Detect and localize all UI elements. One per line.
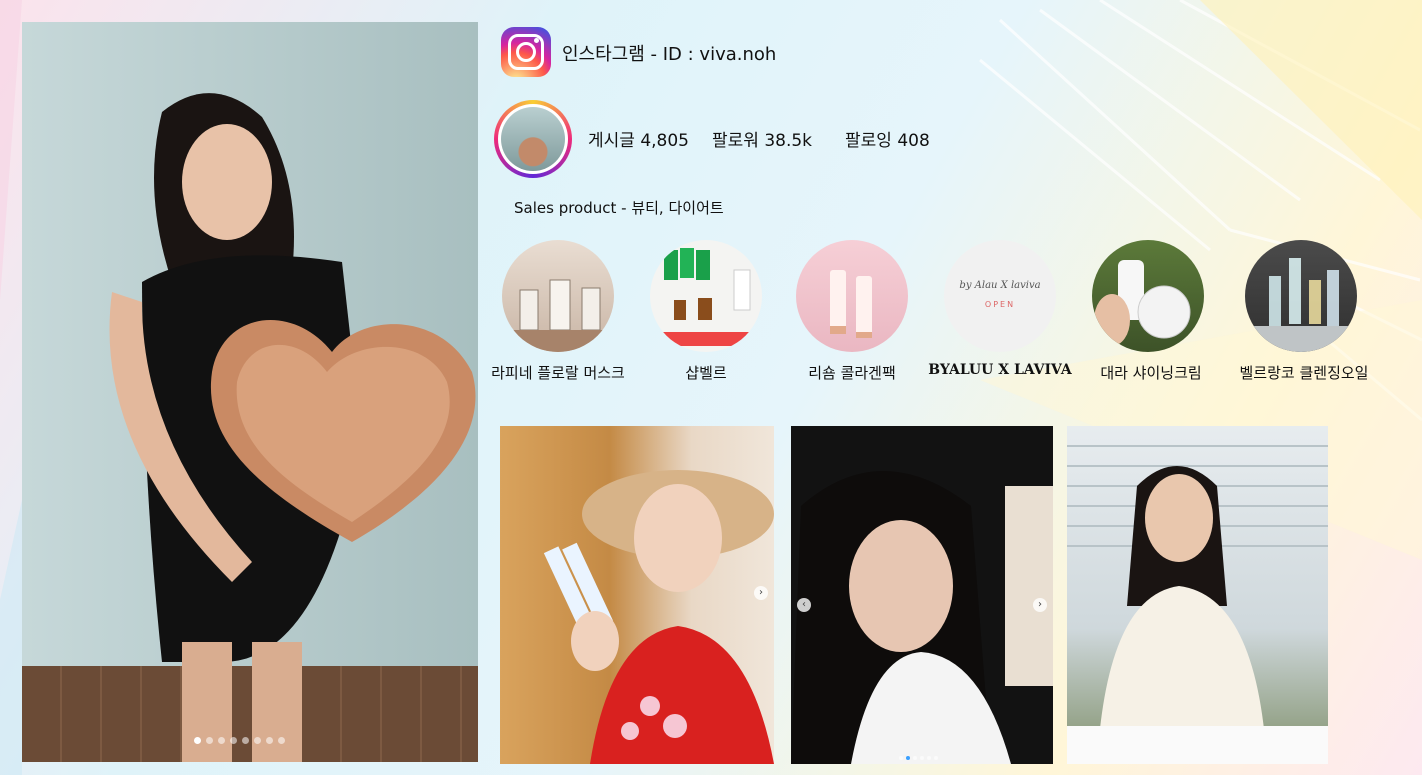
carousel-dot[interactable] — [266, 737, 273, 744]
highlight-bellerangco-cleansing-oil[interactable] — [1245, 240, 1357, 352]
main-profile-photo[interactable] — [22, 22, 478, 762]
cream-jar-image — [1094, 260, 1191, 346]
byaluu-open-text: OPEN — [984, 300, 1016, 309]
carousel-dot[interactable] — [194, 737, 201, 744]
instagram-logo-icon — [501, 27, 551, 77]
carousel-dot[interactable] — [254, 737, 261, 744]
collagen-tubes-image — [830, 270, 872, 338]
highlight-shopbelle[interactable] — [650, 240, 762, 352]
highlight-label-rafine: 라피네 플로랄 머스크 — [491, 364, 625, 382]
highlight-label-risom: 리숌 콜라겐팩 — [808, 364, 896, 382]
highlight-label-shopbelle: 샵벨르 — [685, 364, 727, 382]
carousel-dot[interactable] — [278, 737, 285, 744]
avatar-image — [501, 107, 565, 171]
highlight-byaluu-x-laviva[interactable]: by Alau X laviva OPEN — [944, 240, 1056, 352]
woman-with-heart-balloon-image — [109, 93, 476, 762]
following-count[interactable]: 팔로잉 408 — [845, 126, 930, 151]
next-arrow-icon[interactable]: › — [754, 586, 768, 600]
highlight-label-byaluu: BYALUU X LAVIVA — [928, 362, 1072, 378]
post-thumbnail-2[interactable]: ‹ › — [791, 426, 1053, 764]
perfume-bottles-image — [502, 279, 614, 352]
post-thumbnail-3[interactable] — [1067, 426, 1328, 764]
post-carousel-indicator — [899, 756, 938, 760]
posts-count: 게시글 4,805 — [588, 131, 689, 151]
followers-count[interactable]: 팔로워 38.5k — [712, 126, 812, 151]
highlight-rafine-floral-musk[interactable] — [502, 240, 614, 352]
carousel-dot[interactable] — [206, 737, 213, 744]
highlight-label-bellerangco: 벨르랑코 클렌징오일 — [1239, 364, 1369, 382]
woman-selfie-image — [791, 471, 1053, 764]
byaluu-script-text: by Alau X laviva — [959, 280, 1041, 291]
woman-at-table-image — [1067, 445, 1328, 764]
carousel-indicator — [194, 737, 285, 744]
highlight-daera-shining-cream[interactable] — [1092, 240, 1204, 352]
highlight-label-daera: 대라 샤이닝크림 — [1100, 364, 1202, 382]
profile-avatar[interactable] — [494, 100, 572, 178]
carousel-dot[interactable] — [230, 737, 237, 744]
page-title: 인스타그램 - ID : viva.noh — [562, 44, 777, 65]
highlight-risom-collagen-pack[interactable] — [796, 240, 908, 352]
cleansing-oil-bottles-image — [1245, 258, 1357, 352]
next-arrow-icon[interactable]: › — [1033, 598, 1047, 612]
woman-in-conical-hat-image — [543, 470, 774, 764]
post-thumbnail-1[interactable]: › — [500, 426, 774, 764]
carousel-dot[interactable] — [242, 737, 249, 744]
carousel-dot[interactable] — [218, 737, 225, 744]
supplement-packs-image — [660, 248, 751, 346]
sales-product-text: Sales product - 뷰티, 다이어트 — [514, 199, 724, 217]
prev-arrow-icon[interactable]: ‹ — [797, 598, 811, 612]
